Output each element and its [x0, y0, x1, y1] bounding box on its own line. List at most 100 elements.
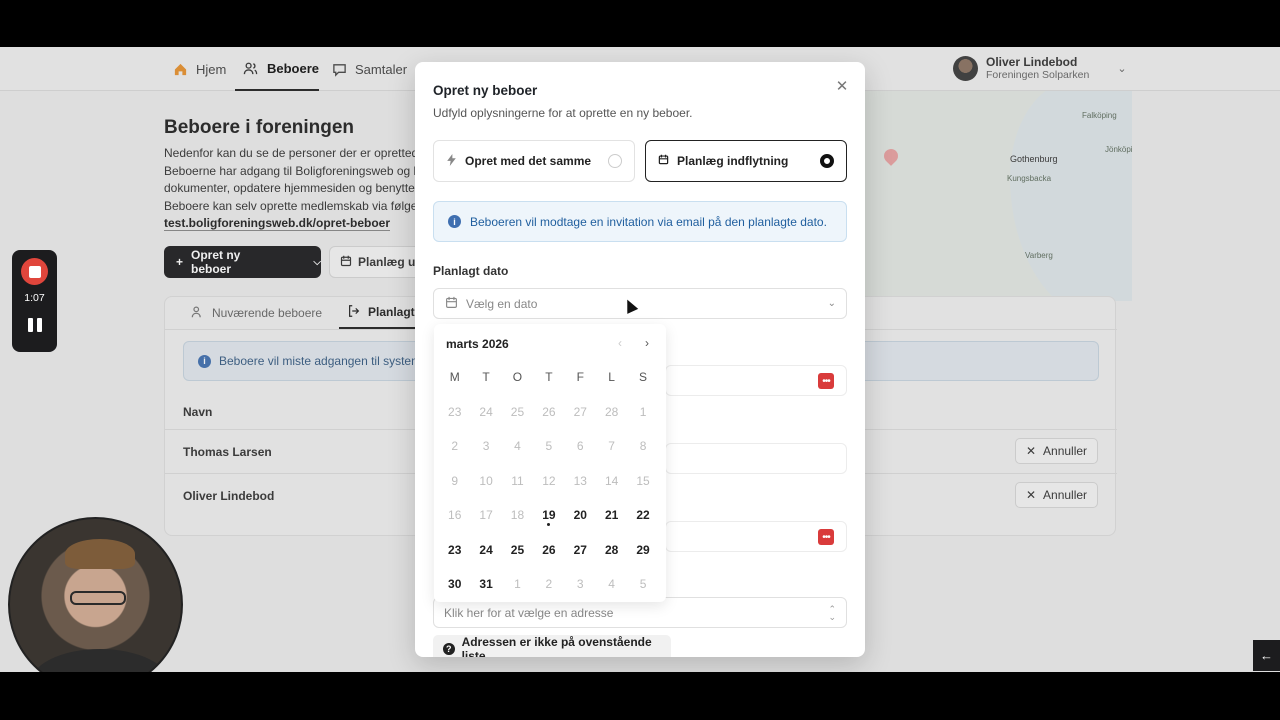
calendar-day-today[interactable]: 19 — [533, 498, 564, 533]
password-manager-icon[interactable]: ••• — [818, 529, 834, 545]
hidden-input-field[interactable]: ••• — [665, 521, 847, 552]
screen-recorder-controls: 1:07 — [12, 250, 57, 352]
calendar-day: 8 — [639, 439, 647, 454]
calendar-day: 2 — [545, 577, 553, 592]
webcam-glasses — [70, 591, 126, 605]
calendar-day: 1 — [514, 577, 521, 592]
weekday-label: L — [608, 370, 615, 385]
weekday-label: O — [512, 370, 523, 385]
create-resident-dialog: Opret ny beboer Udfyld oplysningerne for… — [415, 62, 865, 657]
arrow-left-icon[interactable]: ← — [1253, 640, 1280, 671]
calendar-day: 28 — [604, 404, 619, 419]
calendar-day: 9 — [451, 473, 459, 488]
calendar-day[interactable]: 28 — [596, 533, 627, 568]
weekday-row: M T O T F L S — [439, 360, 659, 395]
calendar-day: 17 — [479, 508, 493, 523]
address-placeholder: Klik her for at vælge en adresse — [444, 605, 614, 620]
calendar-icon — [445, 296, 458, 312]
chevron-right-icon[interactable]: › — [638, 334, 656, 352]
calendar-day[interactable]: 25 — [502, 533, 533, 568]
calendar-day: 2 — [451, 439, 459, 454]
hidden-input-field[interactable]: ••• — [665, 365, 847, 396]
calendar-month: marts 2026 — [446, 337, 509, 351]
webcam-hair — [65, 539, 135, 569]
calendar-day: 25 — [510, 404, 525, 419]
radio-button[interactable] — [608, 154, 622, 168]
video-letterbox-bottom — [0, 672, 1280, 720]
calendar-day: 16 — [448, 508, 462, 523]
calendar-day: 24 — [479, 404, 493, 419]
calendar-day: 26 — [542, 404, 556, 419]
calendar-day: 4 — [514, 439, 521, 454]
calendar-week-row: 23 24 25 26 27 28 1 — [439, 395, 659, 430]
calendar-day[interactable]: 27 — [565, 533, 596, 568]
app-viewport: Hjem Beboere Samtaler Oliver Lindebod Fo… — [0, 47, 1280, 672]
info-text: Beboeren vil modtage en invitation via e… — [470, 214, 827, 229]
calendar-week-row: 23 24 25 26 27 28 29 — [439, 533, 659, 568]
weekday-label: T — [545, 370, 553, 385]
weekday-label: F — [576, 370, 584, 385]
pause-icon[interactable] — [28, 318, 42, 332]
lightning-icon — [446, 153, 457, 169]
calendar-week-row: 16 17 18 19 20 21 22 — [439, 498, 659, 533]
dialog-title: Opret ny beboer — [433, 83, 538, 98]
calendar-icon — [658, 154, 669, 168]
calendar-day: 15 — [636, 473, 650, 488]
stop-recording-button[interactable] — [21, 258, 48, 285]
radio-button-selected[interactable] — [820, 154, 834, 168]
button-label: Adressen er ikke på ovenstående liste — [461, 635, 652, 657]
chevron-left-icon[interactable]: ‹ — [611, 334, 629, 352]
calendar-day[interactable]: 21 — [596, 498, 627, 533]
option-plan-movein[interactable]: Planlæg indflytning — [645, 140, 847, 182]
calendar-day: 5 — [639, 577, 647, 592]
calendar-day: 6 — [576, 439, 584, 454]
stop-icon — [28, 265, 41, 278]
calendar-day: 14 — [604, 473, 619, 488]
option-label: Planlæg indflytning — [677, 154, 789, 168]
calendar-day[interactable]: 31 — [470, 567, 501, 602]
webcam-shirt — [30, 649, 170, 672]
calendar-grid: M T O T F L S 23 24 25 26 27 28 1 2 3 4 5 6 7 8 9 10 11 1… — [439, 360, 659, 602]
address-not-listed-button[interactable]: ? Adressen er ikke på ovenstående liste — [433, 635, 671, 657]
calendar-day[interactable]: 23 — [439, 533, 470, 568]
info-icon: i — [448, 215, 461, 228]
calendar-day: 23 — [448, 404, 462, 419]
close-icon[interactable]: ✕ — [834, 78, 850, 95]
calendar-week-row: 9 10 11 12 13 14 15 — [439, 464, 659, 499]
date-placeholder: Vælg en dato — [466, 296, 538, 311]
invitation-info: i Beboeren vil modtage en invitation via… — [433, 201, 847, 242]
calendar-day: 7 — [608, 439, 615, 454]
calendar-day[interactable]: 22 — [627, 498, 658, 533]
calendar-day[interactable]: 30 — [439, 567, 470, 602]
weekday-label: M — [449, 370, 460, 385]
date-label: Planlagt dato — [433, 264, 509, 278]
calendar-day[interactable]: 20 — [565, 498, 596, 533]
option-create-now[interactable]: Opret med det samme — [433, 140, 635, 182]
dialog-subtitle: Udfyld oplysningerne for at oprette en n… — [433, 106, 693, 120]
calendar-day: 4 — [608, 577, 615, 592]
calendar-day: 13 — [573, 473, 587, 488]
calendar-day[interactable]: 29 — [627, 533, 658, 568]
weekday-label: T — [482, 370, 490, 385]
chevron-down-icon: ⌄ — [827, 298, 836, 309]
video-letterbox-top — [0, 0, 1280, 47]
calendar-day: 12 — [542, 473, 556, 488]
option-label: Opret med det samme — [465, 154, 592, 168]
calendar-day: 1 — [639, 404, 647, 419]
recording-time: 1:07 — [24, 292, 45, 304]
date-picker-trigger[interactable]: Vælg en dato ⌄ — [433, 288, 847, 319]
hidden-input-field[interactable] — [665, 443, 847, 474]
calendar-day: 27 — [573, 404, 587, 419]
password-manager-icon[interactable]: ••• — [818, 373, 834, 389]
calendar-day: 3 — [576, 577, 584, 592]
calendar-day: 10 — [479, 473, 493, 488]
calendar-day[interactable]: 26 — [533, 533, 564, 568]
calendar-day: 3 — [482, 439, 490, 454]
calendar-week-row: 2 3 4 5 6 7 8 — [439, 429, 659, 464]
calendar-week-row: 30 31 1 2 3 4 5 — [439, 567, 659, 602]
calendar-day: 11 — [511, 473, 524, 488]
calendar-day: 5 — [545, 439, 553, 454]
date-picker-calendar: marts 2026 ‹ › M T O T F L S 23 24 25 26 27 2… — [434, 324, 666, 602]
question-icon: ? — [443, 643, 455, 655]
calendar-day[interactable]: 24 — [470, 533, 501, 568]
